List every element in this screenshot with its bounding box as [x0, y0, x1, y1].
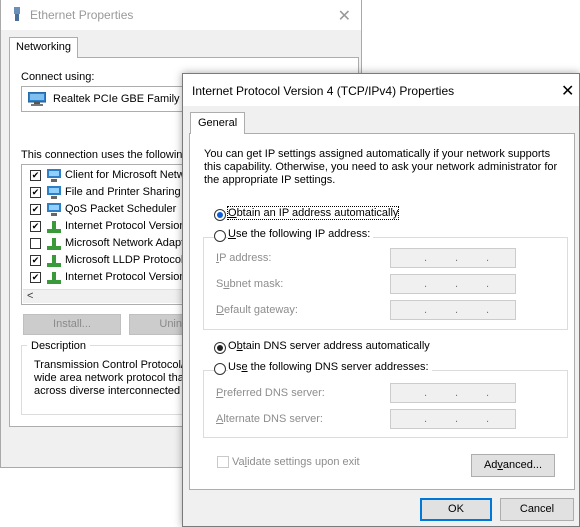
- validate-label-text: idate settings upon exit: [247, 456, 360, 468]
- network-client-icon: [47, 186, 61, 202]
- subnet-mask-field[interactable]: ...: [390, 274, 516, 294]
- cancel-button[interactable]: Cancel: [500, 498, 574, 521]
- description-title: Description: [27, 340, 91, 352]
- dns-manual-label-pre: Us: [228, 361, 242, 373]
- default-gateway-label-text: efault gateway:: [223, 304, 298, 316]
- ip-manual-label[interactable]: Use the following IP address:: [228, 228, 374, 240]
- adapter-box[interactable]: Realtek PCIe GBE Family Co: [21, 86, 191, 112]
- description-text: Transmission Control Protocol/In wide ar…: [34, 359, 194, 398]
- ethernet-titlebar: Ethernet Properties ✕: [1, 0, 361, 30]
- component-label: QoS Packet Scheduler: [65, 203, 177, 215]
- subnet-mask-label-text2: bnet mask:: [229, 278, 284, 290]
- horizontal-scrollbar[interactable]: <: [23, 289, 190, 303]
- alternate-dns-field[interactable]: ...: [390, 409, 516, 429]
- tab-networking[interactable]: Networking: [9, 37, 79, 58]
- ip-manual-label-text: se the following IP address:: [235, 228, 371, 240]
- dns-auto-radio[interactable]: [214, 342, 226, 354]
- dns-auto-label[interactable]: Obtain DNS server address automatically: [228, 340, 430, 352]
- ok-button[interactable]: OK: [420, 498, 492, 521]
- component-label: Internet Protocol Version: [65, 271, 186, 283]
- dns-manual-radio[interactable]: [214, 363, 226, 375]
- tab-general[interactable]: General: [190, 112, 246, 134]
- preferred-dns-field[interactable]: ...: [390, 383, 516, 403]
- components-list[interactable]: ✔ Client for Microsoft Network ✔ File an…: [21, 164, 191, 305]
- component-checkbox[interactable]: ✔: [30, 187, 41, 198]
- dns-auto-label-pre: O: [228, 340, 237, 352]
- dialog-title: Internet Protocol Version 4 (TCP/IPv4) P…: [192, 84, 455, 98]
- intro-text: You can get IP settings assigned automat…: [204, 148, 558, 186]
- connect-using-label: Connect using:: [21, 71, 95, 83]
- preferred-dns-label-text: referred DNS server:: [223, 387, 325, 399]
- ethernet-close-icon[interactable]: ✕: [338, 6, 351, 26]
- component-checkbox[interactable]: ✔: [30, 255, 41, 266]
- advanced-label-pre: Ad: [483, 459, 498, 471]
- advanced-label-text: anced...: [502, 459, 543, 471]
- alternate-dns-label-text: lternate DNS server:: [223, 413, 323, 425]
- network-protocol-icon: [47, 237, 61, 253]
- description-line: across diverse interconnected n: [34, 385, 190, 397]
- component-label: Internet Protocol Version: [65, 220, 186, 232]
- validate-label[interactable]: Validate settings upon exit: [232, 456, 360, 468]
- component-label: Microsoft Network Adapte: [65, 237, 191, 249]
- ip-auto-radio[interactable]: [214, 209, 226, 221]
- ip-address-field[interactable]: ...: [390, 248, 516, 268]
- network-protocol-icon: [47, 220, 61, 236]
- preferred-dns-label: Preferred DNS server:: [216, 387, 325, 399]
- component-checkbox[interactable]: ✔: [30, 204, 41, 215]
- component-label: Microsoft LLDP Protocol: [65, 254, 184, 266]
- install-button[interactable]: Install...: [23, 314, 121, 335]
- default-gateway-label: Default gateway:: [216, 304, 298, 316]
- network-protocol-icon: [47, 254, 61, 270]
- adapter-name: Realtek PCIe GBE Family Co: [53, 93, 191, 105]
- network-adapter-icon: [27, 91, 47, 109]
- validate-label-pre: Va: [232, 456, 245, 468]
- scroll-left-icon[interactable]: <: [27, 290, 33, 302]
- component-label: Client for Microsoft Network: [65, 169, 191, 181]
- description-line: wide area network protocol that: [34, 372, 187, 384]
- component-checkbox[interactable]: [30, 238, 41, 249]
- ip-address-label: IP address:: [216, 252, 272, 264]
- components-label: This connection uses the following: [21, 149, 189, 161]
- ethernet-adapter-icon: [12, 7, 22, 26]
- network-protocol-icon: [47, 271, 61, 287]
- component-checkbox[interactable]: ✔: [30, 272, 41, 283]
- uninstall-button[interactable]: Unin: [129, 314, 189, 335]
- ip-manual-radio[interactable]: [214, 230, 226, 242]
- component-checkbox[interactable]: ✔: [30, 170, 41, 181]
- dns-manual-label-text: the following DNS server addresses:: [247, 361, 429, 373]
- ip-auto-label[interactable]: Obtain an IP address automatically: [226, 206, 400, 220]
- advanced-button[interactable]: Advanced...: [471, 454, 555, 477]
- ip-auto-label-text: btain an IP address automatically: [236, 207, 399, 219]
- network-client-icon: [47, 169, 61, 185]
- close-icon[interactable]: ✕: [561, 81, 574, 101]
- network-service-icon: [47, 203, 61, 219]
- dns-auto-label-text: tain DNS server address automatically: [242, 340, 430, 352]
- validate-checkbox[interactable]: [217, 456, 229, 468]
- default-gateway-field[interactable]: ...: [390, 300, 516, 320]
- ethernet-window-title: Ethernet Properties: [30, 8, 134, 22]
- alternate-dns-label: Alternate DNS server:: [216, 413, 323, 425]
- description-line: Transmission Control Protocol/In: [34, 359, 194, 371]
- dns-manual-label[interactable]: Use the following DNS server addresses:: [228, 361, 432, 373]
- ipv4-titlebar: Internet Protocol Version 4 (TCP/IPv4) P…: [183, 74, 579, 106]
- ip-address-label-text: P address:: [219, 252, 272, 264]
- component-label: File and Printer Sharing fo: [65, 186, 191, 198]
- subnet-mask-label: Subnet mask:: [216, 278, 284, 290]
- ipv4-properties-dialog: Internet Protocol Version 4 (TCP/IPv4) P…: [182, 73, 580, 527]
- component-checkbox[interactable]: ✔: [30, 221, 41, 232]
